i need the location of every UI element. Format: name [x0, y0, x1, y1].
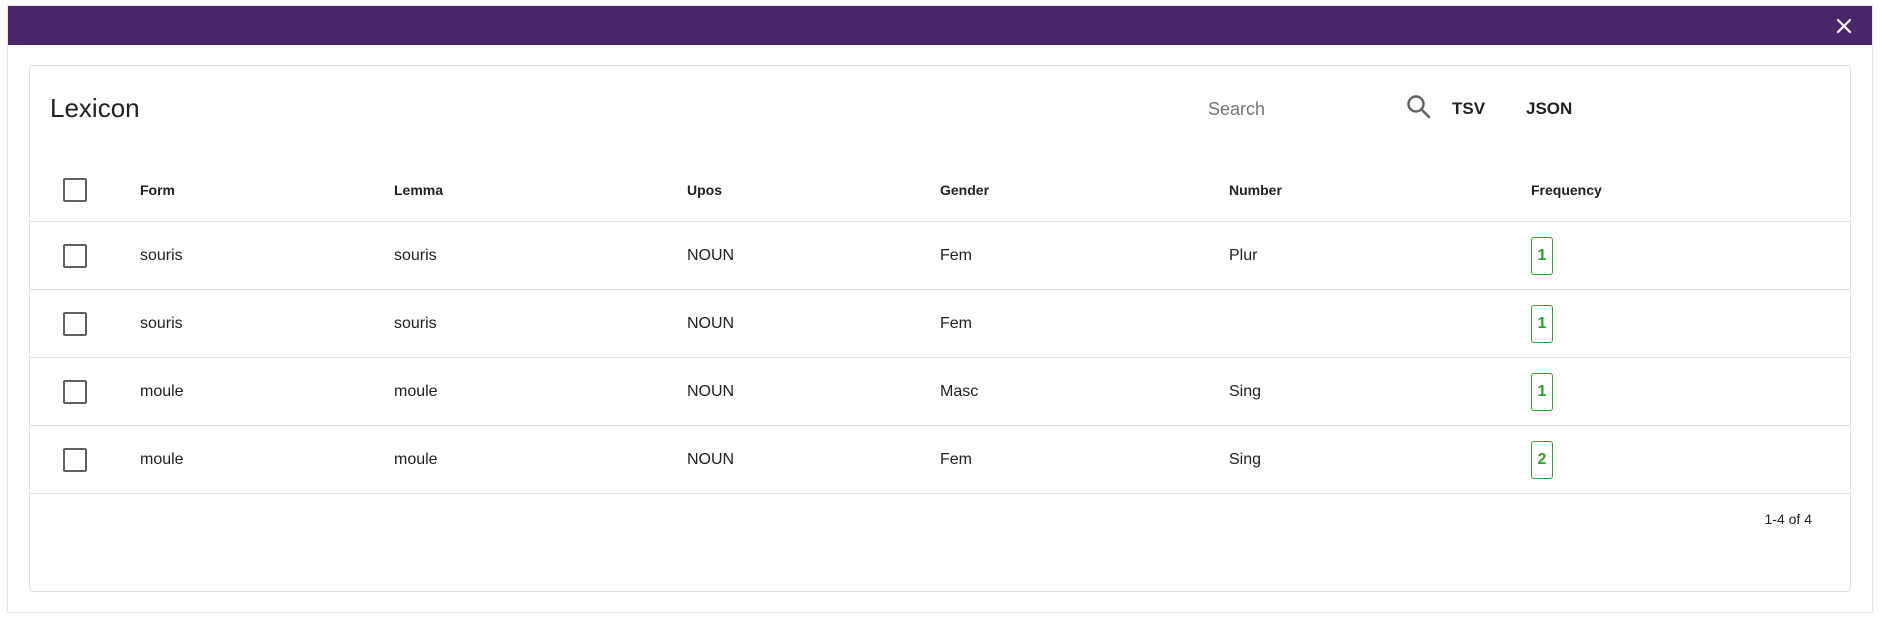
row-checkbox[interactable] [63, 243, 87, 268]
close-icon [1836, 18, 1852, 34]
export-json-button[interactable]: JSON [1516, 91, 1582, 127]
cell-frequency: 1 [1531, 290, 1553, 357]
cell-form: moule [140, 382, 184, 400]
cell-lemma: moule [394, 382, 438, 400]
cell-gender: Masc [940, 382, 979, 400]
column-header-upos[interactable]: Upos [687, 159, 722, 221]
lexicon-table: Form Lemma Upos Gender Number Frequency … [30, 159, 1850, 494]
column-header-lemma[interactable]: Lemma [394, 159, 443, 221]
pagination-range: 1-4 of 4 [1764, 511, 1812, 527]
row-checkbox[interactable] [63, 379, 87, 404]
row-checkbox[interactable] [63, 447, 87, 472]
search-field [1208, 89, 1398, 129]
lexicon-card: Lexicon TSV JSON Form Lemma Upos Gender … [29, 65, 1851, 592]
cell-gender: Fem [940, 314, 972, 332]
cell-gender: Fem [940, 450, 972, 468]
cell-upos: NOUN [687, 314, 735, 332]
page-title: Lexicon [50, 93, 140, 123]
cell-lemma: moule [394, 450, 438, 468]
frequency-chip[interactable]: 1 [1531, 304, 1553, 343]
table-header-row: Form Lemma Upos Gender Number Frequency [30, 159, 1850, 222]
cell-upos: NOUN [687, 246, 735, 264]
frequency-chip[interactable]: 2 [1531, 440, 1553, 479]
cell-lemma: souris [394, 246, 437, 264]
frequency-chip[interactable]: 1 [1531, 236, 1553, 275]
cell-frequency: 1 [1531, 222, 1553, 289]
table-row[interactable]: souris souris NOUN Fem 1 [30, 290, 1850, 358]
lexicon-dialog: Lexicon TSV JSON Form Lemma Upos Gender … [7, 5, 1873, 613]
frequency-chip[interactable]: 1 [1531, 372, 1553, 411]
cell-lemma: souris [394, 314, 437, 332]
column-header-gender[interactable]: Gender [940, 159, 989, 221]
cell-form: moule [140, 450, 184, 468]
cell-upos: NOUN [687, 450, 735, 468]
search-icon[interactable] [1405, 93, 1433, 121]
cell-number: Sing [1229, 382, 1262, 400]
close-button[interactable] [1833, 15, 1855, 37]
cell-number: Sing [1229, 450, 1262, 468]
column-header-form[interactable]: Form [140, 159, 175, 221]
cell-form: souris [140, 314, 183, 332]
cell-gender: Fem [940, 246, 972, 264]
table-row[interactable]: moule moule NOUN Fem Sing 2 [30, 426, 1850, 494]
cell-frequency: 1 [1531, 358, 1553, 425]
column-header-frequency[interactable]: Frequency [1531, 159, 1602, 221]
table-row[interactable]: souris souris NOUN Fem Plur 1 [30, 222, 1850, 290]
export-tsv-button[interactable]: TSV [1442, 91, 1495, 127]
search-input[interactable] [1208, 89, 1398, 129]
row-checkbox[interactable] [63, 311, 87, 336]
cell-frequency: 2 [1531, 426, 1553, 493]
table-row[interactable]: moule moule NOUN Masc Sing 1 [30, 358, 1850, 426]
cell-form: souris [140, 246, 183, 264]
dialog-title-bar [8, 6, 1872, 45]
column-header-number[interactable]: Number [1229, 159, 1282, 221]
cell-number: Plur [1229, 246, 1258, 264]
cell-upos: NOUN [687, 382, 735, 400]
select-all-checkbox[interactable] [63, 178, 87, 202]
